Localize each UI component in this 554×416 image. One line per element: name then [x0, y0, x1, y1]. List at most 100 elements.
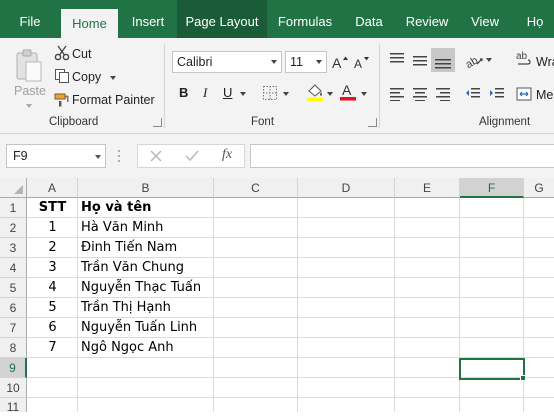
select-all-corner[interactable]	[0, 178, 27, 198]
tab-insert[interactable]: Insert	[120, 0, 176, 38]
font-color-icon[interactable]: A	[339, 82, 357, 104]
format-painter-icon[interactable]	[54, 91, 70, 110]
font-color-dropdown-icon[interactable]	[361, 92, 367, 96]
row-header-7[interactable]: 7	[0, 318, 27, 338]
clipboard-launcher-icon[interactable]	[153, 118, 162, 127]
name-box-dropdown-icon[interactable]	[95, 155, 101, 159]
row-header-9[interactable]: 9	[0, 358, 27, 378]
wrap-text-icon[interactable]: ab	[516, 50, 532, 71]
row-header-5[interactable]: 5	[0, 278, 27, 298]
italic-button[interactable]: I	[203, 85, 207, 101]
align-left-icon[interactable]	[389, 87, 405, 104]
cell-b2[interactable]: Hà Văn Minh	[81, 218, 163, 238]
cancel-entry-icon[interactable]	[150, 150, 162, 165]
row-header-4[interactable]: 4	[0, 258, 27, 278]
row-header-11[interactable]: 11	[0, 398, 27, 414]
tab-review[interactable]: Review	[398, 0, 456, 38]
font-size-combo[interactable]: 11	[285, 51, 327, 73]
svg-text:ab: ab	[516, 51, 528, 62]
column-header-d[interactable]: D	[298, 178, 395, 198]
column-header-a[interactable]: A	[27, 178, 78, 198]
font-group-label: Font	[251, 116, 275, 128]
cell-b6[interactable]: Trần Thị Hạnh	[81, 298, 171, 318]
tab-data[interactable]: Data	[343, 0, 395, 38]
cell-b4[interactable]: Trần Văn Chung	[81, 258, 184, 278]
active-cell-f9[interactable]	[459, 358, 525, 380]
wrap-text-label[interactable]: Wra	[536, 55, 554, 69]
copy-dropdown-icon[interactable]	[110, 76, 116, 80]
cell-a6[interactable]: 5	[28, 298, 77, 318]
tab-home[interactable]: Home	[61, 9, 118, 38]
row-header-3[interactable]: 3	[0, 238, 27, 258]
tab-file[interactable]: File	[4, 0, 56, 38]
row-header-2[interactable]: 2	[0, 218, 27, 238]
cut-label[interactable]: Cut	[72, 47, 91, 61]
font-size-dropdown-icon[interactable]	[312, 52, 326, 72]
column-header-e[interactable]: E	[395, 178, 460, 198]
column-header-b[interactable]: B	[78, 178, 214, 198]
font-name-dropdown-icon[interactable]	[267, 52, 281, 72]
tab-page-layout[interactable]: Page Layout	[177, 0, 267, 38]
cell-a5[interactable]: 4	[28, 278, 77, 298]
cell-b3[interactable]: Đinh Tiến Nam	[81, 238, 177, 258]
merge-center-icon[interactable]	[516, 87, 532, 104]
cell-a7[interactable]: 6	[28, 318, 77, 338]
orientation-dropdown-icon[interactable]	[486, 58, 492, 62]
column-header-f[interactable]: F	[460, 178, 524, 198]
cell-a1[interactable]: STT	[28, 198, 77, 218]
insert-function-button[interactable]: fx	[222, 147, 232, 163]
fill-color-dropdown-icon[interactable]	[327, 92, 333, 96]
tab-help[interactable]: Họ	[516, 0, 554, 38]
increase-font-size-icon[interactable]: A	[332, 54, 348, 73]
font-launcher-icon[interactable]	[368, 118, 377, 127]
tab-view[interactable]: View	[461, 0, 509, 38]
cell-b1[interactable]: Họ và tên	[81, 198, 151, 218]
column-header-c[interactable]: C	[214, 178, 298, 198]
cut-icon[interactable]	[54, 45, 70, 64]
align-right-icon[interactable]	[435, 87, 451, 104]
fill-handle[interactable]	[520, 375, 526, 381]
copy-icon[interactable]	[54, 68, 70, 87]
cell-a3[interactable]: 2	[28, 238, 77, 258]
align-middle-icon[interactable]	[412, 52, 428, 71]
borders-icon[interactable]	[262, 85, 278, 104]
merge-center-label[interactable]: Me	[536, 88, 553, 102]
orientation-icon[interactable]: ab	[464, 51, 483, 72]
row-header-8[interactable]: 8	[0, 338, 27, 358]
fill-color-icon[interactable]	[306, 83, 324, 104]
formula-bar-grip-icon[interactable]	[117, 148, 121, 167]
increase-indent-icon[interactable]	[489, 87, 505, 104]
align-top-icon[interactable]	[389, 52, 405, 71]
underline-button[interactable]: U	[223, 85, 232, 100]
svg-text:A: A	[354, 57, 362, 71]
cell-a4[interactable]: 3	[28, 258, 77, 278]
row-header-1[interactable]: 1	[0, 198, 27, 218]
align-bottom-icon[interactable]	[431, 48, 455, 72]
format-painter-label[interactable]: Format Painter	[72, 93, 155, 107]
paste-icon[interactable]	[14, 48, 44, 87]
borders-dropdown-icon[interactable]	[283, 92, 289, 96]
align-center-icon[interactable]	[412, 87, 428, 104]
cell-a2[interactable]: 1	[28, 218, 77, 238]
row-header-10[interactable]: 10	[0, 378, 27, 398]
underline-dropdown-icon[interactable]	[240, 92, 246, 96]
decrease-indent-icon[interactable]	[465, 87, 481, 104]
tab-formulas[interactable]: Formulas	[272, 0, 338, 38]
column-header-g[interactable]: G	[524, 178, 554, 198]
decrease-font-size-icon[interactable]: A	[354, 55, 370, 74]
name-box[interactable]: F9	[6, 144, 106, 168]
cell-b7[interactable]: Nguyễn Tuấn Linh	[81, 318, 197, 338]
confirm-entry-icon[interactable]	[185, 150, 199, 165]
bold-button[interactable]: B	[179, 85, 188, 100]
row-header-6[interactable]: 6	[0, 298, 27, 318]
worksheet-grid[interactable]: A B C D E F G 1 2 3 4 5 6 7 8 9 10 11 ST…	[0, 178, 554, 414]
font-name-combo[interactable]: Calibri	[172, 51, 282, 73]
formula-input[interactable]	[250, 144, 554, 168]
copy-label[interactable]: Copy	[72, 70, 101, 84]
cell-a8[interactable]: 7	[28, 338, 77, 358]
cell-b8[interactable]: Ngô Ngọc Anh	[81, 338, 174, 358]
gridline	[394, 198, 395, 412]
paste-dropdown-icon[interactable]	[26, 104, 32, 108]
paste-label[interactable]: Paste	[14, 84, 46, 98]
cell-b5[interactable]: Nguyễn Thạc Tuấn	[81, 278, 201, 298]
